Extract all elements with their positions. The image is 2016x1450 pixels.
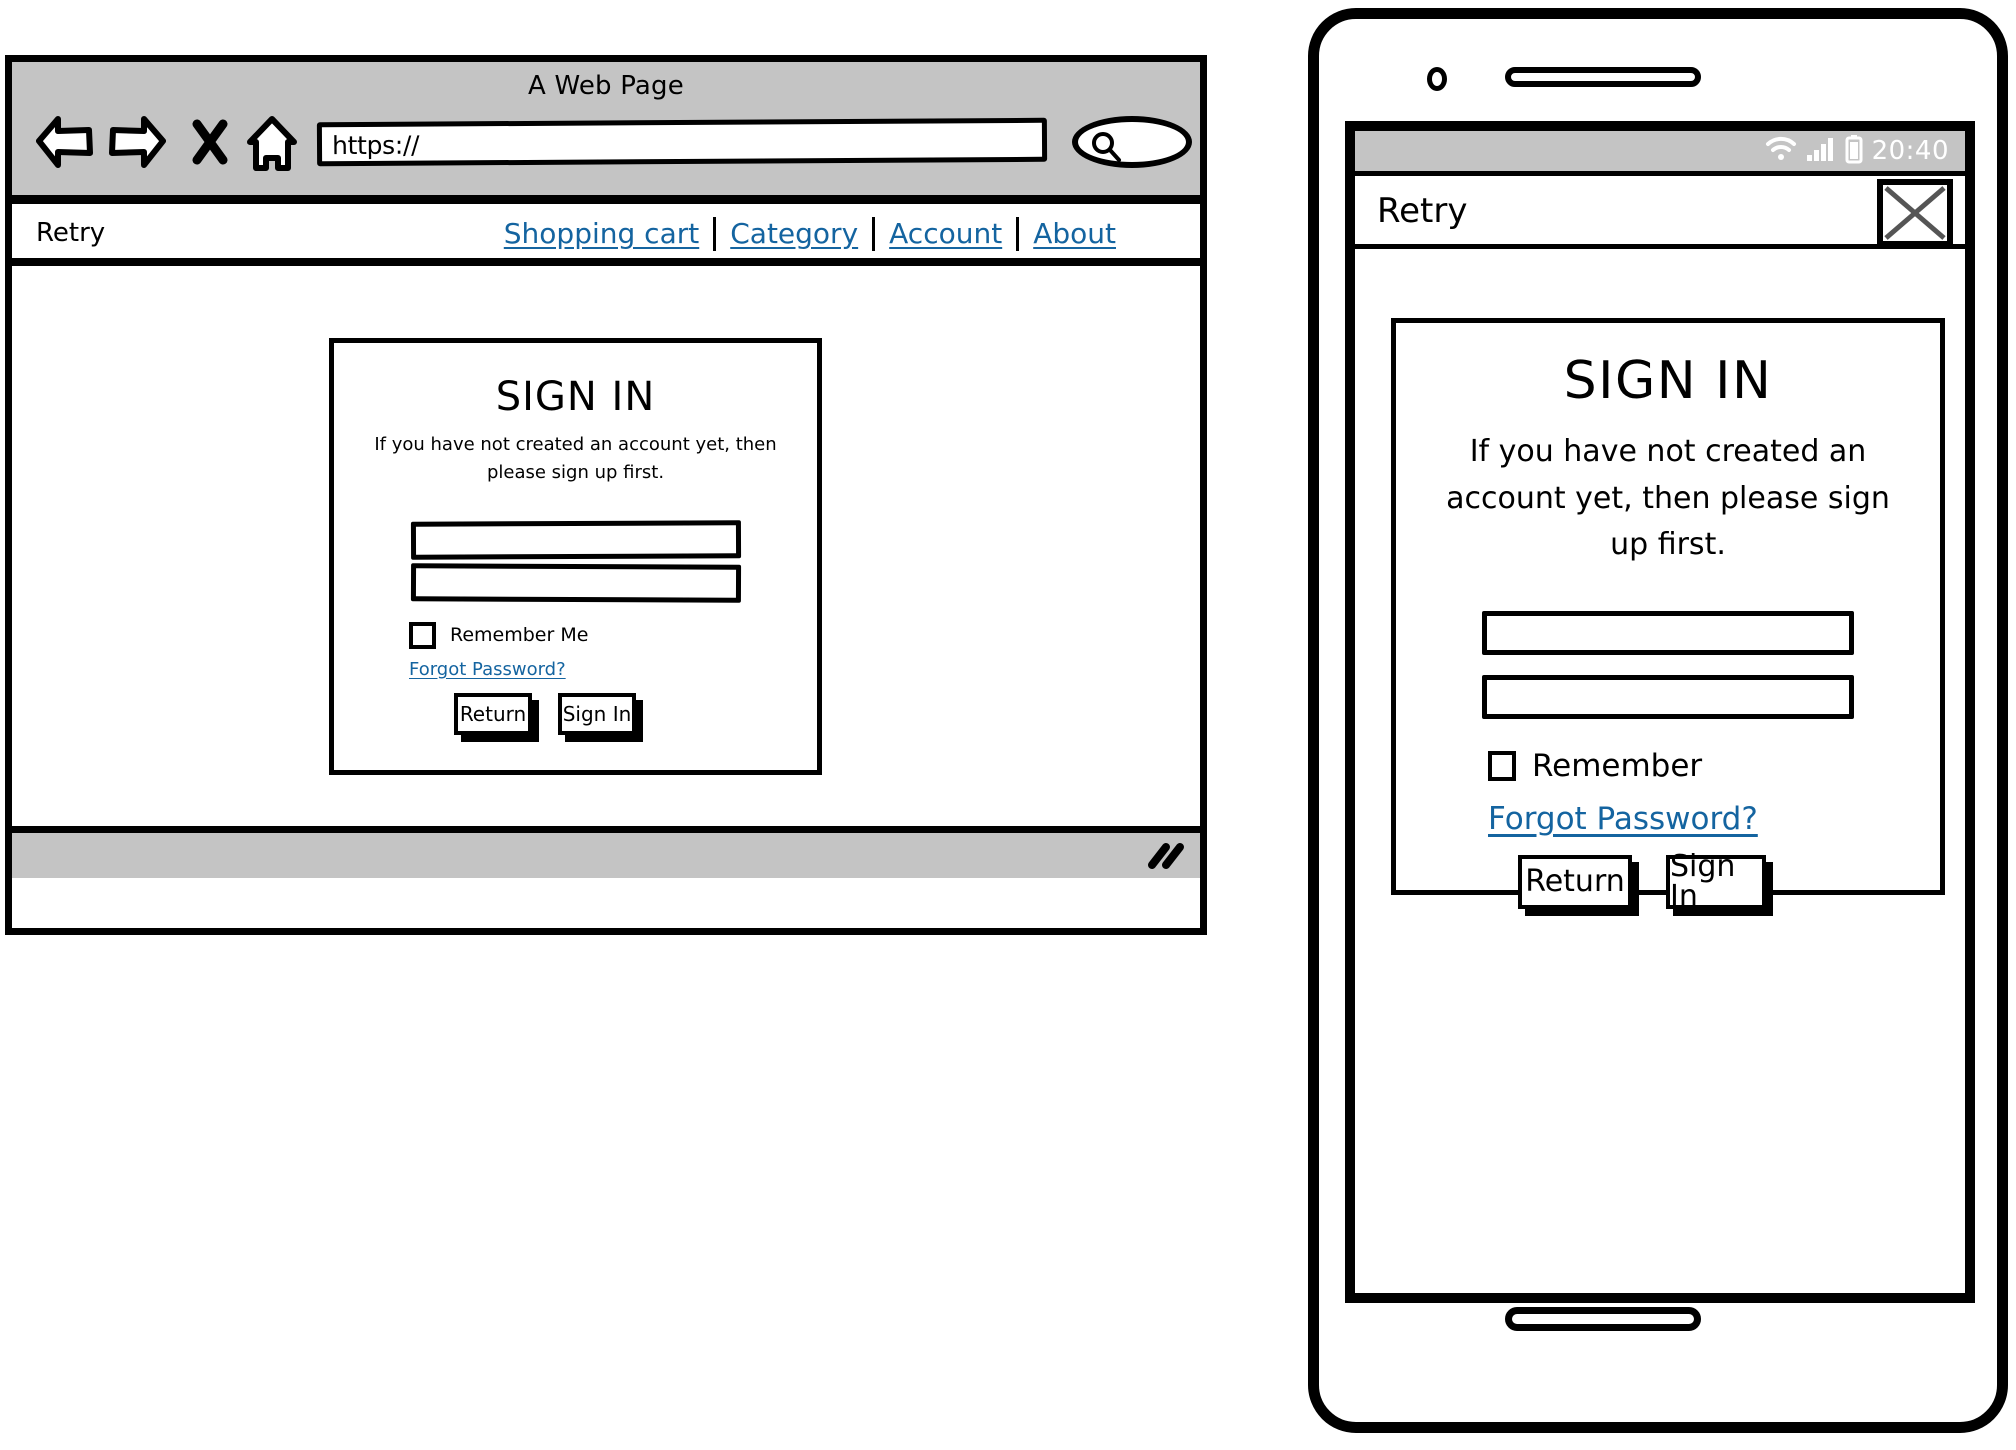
remember-checkbox[interactable]	[1488, 751, 1516, 781]
password-field[interactable]	[1482, 674, 1854, 719]
forgot-password-link[interactable]: Forgot Password?	[1488, 803, 1758, 835]
signin-subtitle: If you have not created an account yet, …	[374, 434, 777, 483]
signin-button-row: Return Sign In	[454, 692, 817, 735]
wifi-icon	[1765, 136, 1797, 166]
signin-card-mobile: SIGN IN If you have not created an accou…	[1391, 318, 1945, 911]
stop-x-icon[interactable]	[190, 114, 230, 174]
signin-title: SIGN IN	[1563, 351, 1773, 411]
mobile-app-title: Retry	[1377, 191, 1468, 231]
signin-card-desktop: SIGN IN If you have not created an accou…	[329, 338, 822, 775]
window-title: A Web Page	[528, 71, 684, 101]
browser-toolbar: https://	[12, 106, 1200, 178]
home-button-icon[interactable]	[1505, 1307, 1701, 1331]
return-button[interactable]: Return	[1518, 854, 1632, 909]
signin-button-row: Return Sign In	[1518, 851, 1940, 911]
site-nav-links: Shopping cart Category Account About	[490, 217, 1130, 251]
forgot-password-link[interactable]: Forgot Password?	[409, 660, 566, 679]
remember-label: Remember	[1532, 747, 1703, 784]
password-field[interactable]	[410, 563, 741, 603]
signin-button[interactable]: Sign In	[1666, 851, 1766, 911]
return-button[interactable]: Return	[454, 692, 532, 735]
url-text: https://	[331, 130, 420, 161]
browser-status-bar	[12, 826, 1200, 878]
mobile-app-bar: Retry	[1355, 171, 1965, 249]
forward-arrow-icon[interactable]	[108, 114, 166, 174]
back-arrow-icon[interactable]	[36, 114, 94, 174]
signin-subtitle: If you have not created an account yet, …	[1446, 434, 1890, 562]
remember-row[interactable]: Remember	[1488, 747, 1940, 784]
remember-me-checkbox[interactable]	[409, 621, 436, 649]
url-bar[interactable]: https://	[316, 117, 1048, 167]
remember-me-label: Remember Me	[450, 623, 589, 646]
magnifier-icon	[1089, 130, 1123, 168]
status-clock: 20:40	[1871, 136, 1949, 166]
nav-link-account[interactable]: Account	[875, 220, 1016, 248]
browser-window: A Web Page https:// Retry Shopping cart …	[5, 55, 1207, 935]
username-field[interactable]	[1482, 610, 1854, 655]
earpiece-speaker-icon	[1505, 67, 1701, 87]
phone-device: 20:40 Retry SIGN IN If you have not crea…	[1308, 8, 2008, 1433]
front-camera-icon	[1427, 67, 1447, 91]
home-icon[interactable]	[244, 114, 300, 178]
mobile-status-bar: 20:40	[1355, 131, 1965, 171]
remember-me-row[interactable]: Remember Me	[409, 621, 817, 649]
signin-button[interactable]: Sign In	[558, 692, 636, 735]
resize-grip-icon[interactable]	[1146, 839, 1186, 877]
battery-icon	[1845, 134, 1863, 168]
signin-title: SIGN IN	[495, 374, 656, 420]
browser-page-content: SIGN IN If you have not created an accou…	[12, 266, 1200, 826]
close-x-icon[interactable]	[1877, 179, 1953, 247]
username-field[interactable]	[410, 520, 741, 560]
search-button[interactable]	[1072, 116, 1192, 168]
cellular-signal-icon	[1806, 136, 1836, 166]
browser-chrome: A Web Page https://	[12, 62, 1200, 204]
nav-link-about[interactable]: About	[1019, 220, 1130, 248]
nav-link-shopping-cart[interactable]: Shopping cart	[490, 220, 713, 248]
site-nav-bar: Retry Shopping cart Category Account Abo…	[12, 204, 1200, 266]
phone-screen: 20:40 Retry SIGN IN If you have not crea…	[1345, 121, 1975, 1303]
site-brand: Retry	[36, 218, 106, 248]
nav-link-category[interactable]: Category	[716, 220, 872, 248]
status-indicators: 20:40	[1765, 134, 1949, 168]
